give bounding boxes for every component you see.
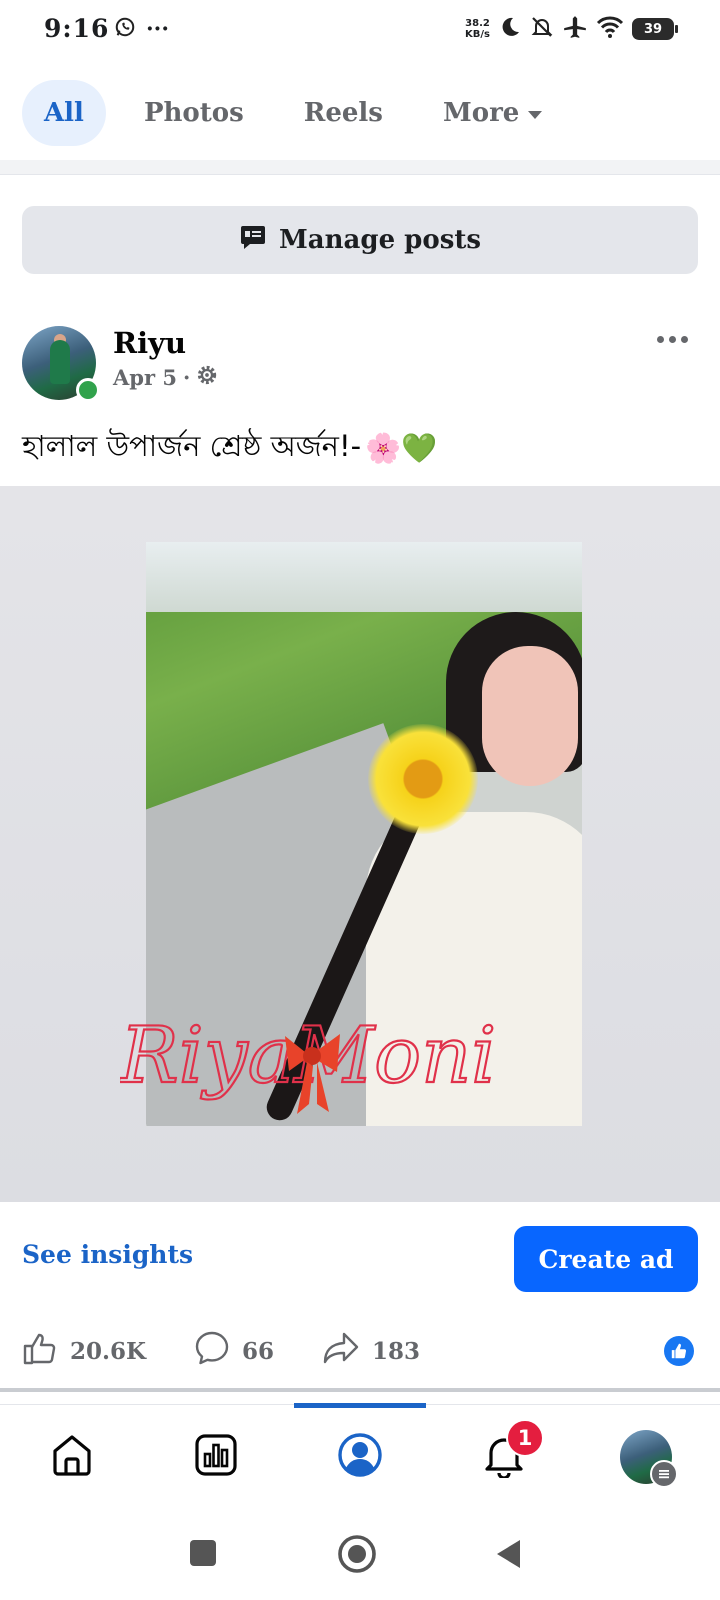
share-action[interactable]: 183 [322, 1330, 420, 1372]
meta-separator: · [182, 365, 191, 390]
post-meta: Apr 5 · [113, 364, 218, 391]
see-insights-link[interactable]: See insights [22, 1240, 193, 1269]
reactions-row: 20.6K 66 183 [22, 1330, 698, 1372]
menu-icon [650, 1460, 678, 1488]
feed-divider [0, 1388, 720, 1392]
like-icon [22, 1330, 58, 1372]
nav-dashboard[interactable] [190, 1431, 242, 1483]
whatsapp-icon [114, 16, 136, 42]
nav-menu[interactable] [620, 1430, 678, 1488]
wifi-icon [596, 15, 624, 43]
post-options-icon[interactable] [657, 336, 688, 343]
system-nav-bar [0, 1510, 720, 1600]
like-count: 20.6K [70, 1337, 147, 1365]
status-bar: 9:16 ··· 38.2 KB/s 39 [0, 0, 720, 66]
sunflower-sticker [368, 724, 478, 834]
recents-button[interactable] [188, 1538, 218, 1572]
home-system-button[interactable] [337, 1534, 377, 1578]
tab-more-label: More [442, 98, 520, 128]
post-caption: হালাল উপার্জন শ্রেষ্ঠ অর্জন!- 🌸💚 [22, 424, 437, 473]
active-tab-indicator [294, 1403, 426, 1408]
post-caption-emojis: 🌸💚 [365, 431, 438, 465]
nav-notifications[interactable]: 1 [478, 1419, 544, 1483]
create-ad-button[interactable]: Create ad [514, 1226, 698, 1292]
share-count: 183 [372, 1337, 421, 1365]
manage-posts-label: Manage posts [279, 225, 481, 255]
comment-icon [194, 1330, 230, 1372]
tab-all[interactable]: All [22, 80, 106, 146]
battery-icon: 39 [632, 18, 678, 40]
more-status-icon: ··· [146, 16, 169, 42]
home-icon [49, 1432, 95, 1482]
post-caption-text: হালাল উপার্জন শ্রেষ্ঠ অর্জন!- [22, 429, 362, 463]
comment-action[interactable]: 66 [194, 1330, 274, 1372]
nav-home[interactable] [46, 1431, 98, 1483]
manage-posts-button[interactable]: Manage posts [22, 206, 698, 274]
airplane-icon [562, 14, 588, 44]
photo-watermark: RiyaMoni [120, 1010, 497, 1114]
post-date[interactable]: Apr 5 [113, 365, 177, 390]
post-header: Riyu Apr 5 · [22, 326, 698, 406]
avatar-figure [50, 340, 70, 384]
notification-badge: 1 [506, 1419, 544, 1457]
like-action[interactable]: 20.6K [22, 1330, 146, 1372]
filter-tabs: All Photos Reels More [22, 80, 603, 146]
chevron-down-icon [527, 98, 543, 128]
net-speed-value: 38.2 [465, 18, 490, 29]
profile-icon [336, 1431, 384, 1483]
comment-count: 66 [242, 1337, 275, 1365]
nav-profile[interactable] [334, 1431, 386, 1483]
net-speed: 38.2 KB/s [465, 18, 490, 40]
tabs-divider [0, 160, 720, 175]
tab-photos[interactable]: Photos [144, 98, 244, 128]
status-right-icons: 38.2 KB/s 39 [465, 14, 678, 44]
online-status-dot [76, 378, 100, 402]
like-reaction-badge[interactable] [664, 1336, 694, 1366]
moon-icon [498, 15, 522, 43]
menu-avatar [620, 1430, 678, 1488]
dashboard-icon [193, 1432, 239, 1482]
tab-reels[interactable]: Reels [304, 98, 383, 128]
status-left-icons: ··· [114, 16, 169, 42]
tab-more[interactable]: More [443, 98, 543, 128]
post-author-name[interactable]: Riyu [113, 326, 186, 360]
status-time: 9:16 [44, 14, 110, 43]
post-actions-row: See insights Create ad [0, 1224, 720, 1294]
post-image[interactable]: RiyaMoni [0, 486, 720, 1202]
bell-off-icon [530, 15, 554, 43]
privacy-gear-icon [196, 364, 218, 391]
back-button[interactable] [494, 1538, 524, 1574]
photo-sky [146, 542, 582, 612]
net-speed-unit: KB/s [465, 29, 490, 40]
person-face [482, 646, 578, 786]
share-icon [322, 1330, 360, 1372]
bottom-nav: 1 [0, 1403, 720, 1505]
manage-posts-icon [239, 223, 267, 258]
